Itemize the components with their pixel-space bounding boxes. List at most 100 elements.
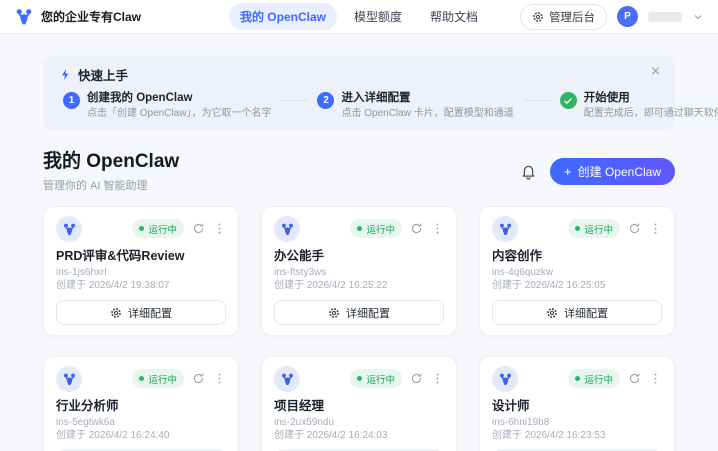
status-badge: 运行中: [568, 219, 620, 238]
top-header: 您的企业专有Claw 我的 OpenClaw 模型额度 帮助文档 管理后台 P: [0, 0, 718, 34]
step-1-number: 1: [63, 92, 80, 109]
refresh-icon[interactable]: [192, 222, 205, 235]
nav-item-model-quota[interactable]: 模型额度: [343, 3, 413, 30]
card-instance-id: ins-5egtwk6a: [56, 417, 226, 428]
openclaw-card[interactable]: 运行中 PRD评审&代码Review ins-1js6hxrl 创建于 2026…: [43, 206, 239, 336]
refresh-icon[interactable]: [410, 372, 423, 385]
card-created-at: 创建于 2026/4/2 16:23:53: [492, 430, 662, 441]
more-menu-icon[interactable]: [213, 222, 226, 235]
status-dot: [357, 376, 362, 381]
user-name-redacted: [648, 12, 682, 22]
status-dot: [575, 376, 580, 381]
header-right: 管理后台 P: [520, 4, 704, 30]
status-dot: [357, 226, 362, 231]
lightning-icon: [59, 68, 72, 81]
status-badge: 运行中: [568, 369, 620, 388]
card-created-at: 创建于 2026/4/2 16:24:03: [274, 430, 444, 441]
quick-start-banner: 快速上手 × 1 创建我的 OpenClaw 点击「创建 OpenClaw」，为…: [43, 56, 675, 130]
claw-avatar-icon: [56, 216, 82, 242]
page-title: 我的 OpenClaw: [43, 150, 179, 173]
more-menu-icon[interactable]: [649, 222, 662, 235]
card-created-at: 创建于 2026/4/2 16:25:22: [274, 280, 444, 291]
nav-item-my-openclaw[interactable]: 我的 OpenClaw: [229, 3, 337, 30]
section-header: 我的 OpenClaw 管理你的 AI 智能助理 + 创建 OpenClaw: [43, 150, 675, 193]
status-dot: [139, 376, 144, 381]
step-2-desc: 点击 OpenClaw 卡片，配置模型和通道: [341, 108, 513, 120]
chevron-down-icon[interactable]: [692, 11, 704, 23]
step-2-number: 2: [317, 92, 334, 109]
more-menu-icon[interactable]: [431, 372, 444, 385]
card-created-at: 创建于 2026/4/2 16:24:40: [56, 430, 226, 441]
admin-console-button[interactable]: 管理后台: [520, 4, 607, 30]
step-3: 开始使用 配置完成后，即可通过聊天软件与AI对话: [560, 91, 718, 120]
card-title: 内容创作: [492, 249, 662, 264]
openclaw-card[interactable]: 运行中 办公能手 ins-ftsty3ws 创建于 2026/4/2 16:25…: [261, 206, 457, 336]
card-instance-id: ins-4q6quzkw: [492, 267, 662, 278]
gear-icon: [532, 11, 544, 23]
refresh-icon[interactable]: [628, 222, 641, 235]
create-openclaw-label: 创建 OpenClaw: [578, 163, 661, 180]
bell-icon[interactable]: [520, 163, 537, 180]
quick-start-title: 快速上手: [78, 65, 128, 84]
status-dot: [575, 226, 580, 231]
admin-console-label: 管理后台: [549, 9, 595, 25]
more-menu-icon[interactable]: [649, 372, 662, 385]
step-1-desc: 点击「创建 OpenClaw」，为它取一个名字: [87, 108, 271, 120]
gear-icon: [328, 307, 340, 319]
refresh-icon[interactable]: [628, 372, 641, 385]
create-openclaw-button[interactable]: + 创建 OpenClaw: [550, 158, 675, 185]
card-created-at: 创建于 2026/4/2 19:38:07: [56, 280, 226, 291]
status-badge: 运行中: [132, 369, 184, 388]
gear-icon: [546, 307, 558, 319]
brand[interactable]: 您的企业专有Claw: [14, 7, 141, 27]
detail-config-button[interactable]: 详细配置: [56, 300, 226, 325]
more-menu-icon[interactable]: [213, 372, 226, 385]
card-title: 设计师: [492, 399, 662, 414]
close-icon[interactable]: ×: [650, 65, 661, 78]
status-badge: 运行中: [350, 369, 402, 388]
detail-config-button[interactable]: 详细配置: [492, 300, 662, 325]
step-1: 1 创建我的 OpenClaw 点击「创建 OpenClaw」，为它取一个名字: [63, 91, 271, 120]
status-dot: [139, 226, 144, 231]
step-3-desc: 配置完成后，即可通过聊天软件与AI对话: [584, 108, 718, 120]
page-subtitle: 管理你的 AI 智能助理: [43, 177, 179, 193]
gear-icon: [110, 307, 122, 319]
main-content: 快速上手 × 1 创建我的 OpenClaw 点击「创建 OpenClaw」，为…: [43, 56, 675, 451]
card-created-at: 创建于 2026/4/2 16:25:05: [492, 280, 662, 291]
refresh-icon[interactable]: [410, 222, 423, 235]
claw-avatar-icon: [274, 366, 300, 392]
more-menu-icon[interactable]: [431, 222, 444, 235]
openclaw-grid: 运行中 PRD评审&代码Review ins-1js6hxrl 创建于 2026…: [43, 206, 675, 451]
claw-avatar-icon: [56, 366, 82, 392]
card-title: PRD评审&代码Review: [56, 249, 226, 264]
plus-icon: +: [564, 165, 572, 178]
step-connector: [524, 100, 550, 101]
status-badge: 运行中: [132, 219, 184, 238]
step-connector: [281, 100, 307, 101]
refresh-icon[interactable]: [192, 372, 205, 385]
card-instance-id: ins-1js6hxrl: [56, 267, 226, 278]
card-title: 行业分析师: [56, 399, 226, 414]
card-title: 办公能手: [274, 249, 444, 264]
avatar[interactable]: P: [617, 6, 638, 27]
card-title: 项目经理: [274, 399, 444, 414]
detail-config-button[interactable]: 详细配置: [274, 300, 444, 325]
claw-avatar-icon: [492, 366, 518, 392]
step-2-title: 进入详细配置: [341, 91, 513, 105]
card-instance-id: ins-2ux59ndu: [274, 417, 444, 428]
card-instance-id: ins-6hni19b8: [492, 417, 662, 428]
openclaw-card[interactable]: 运行中 设计师 ins-6hni19b8 创建于 2026/4/2 16:23:…: [479, 356, 675, 451]
claw-avatar-icon: [274, 216, 300, 242]
step-3-title: 开始使用: [584, 91, 718, 105]
claw-avatar-icon: [492, 216, 518, 242]
openclaw-card[interactable]: 运行中 行业分析师 ins-5egtwk6a 创建于 2026/4/2 16:2…: [43, 356, 239, 451]
claw-logo-icon: [14, 7, 34, 27]
openclaw-card[interactable]: 运行中 内容创作 ins-4q6quzkw 创建于 2026/4/2 16:25…: [479, 206, 675, 336]
openclaw-card[interactable]: 运行中 项目经理 ins-2ux59ndu 创建于 2026/4/2 16:24…: [261, 356, 457, 451]
nav-item-help-docs[interactable]: 帮助文档: [419, 3, 489, 30]
step-1-title: 创建我的 OpenClaw: [87, 91, 271, 105]
quick-start-steps: 1 创建我的 OpenClaw 点击「创建 OpenClaw」，为它取一个名字 …: [59, 91, 659, 120]
step-2: 2 进入详细配置 点击 OpenClaw 卡片，配置模型和通道: [317, 91, 513, 120]
brand-name: 您的企业专有Claw: [41, 8, 141, 25]
main-nav: 我的 OpenClaw 模型额度 帮助文档: [229, 3, 489, 30]
